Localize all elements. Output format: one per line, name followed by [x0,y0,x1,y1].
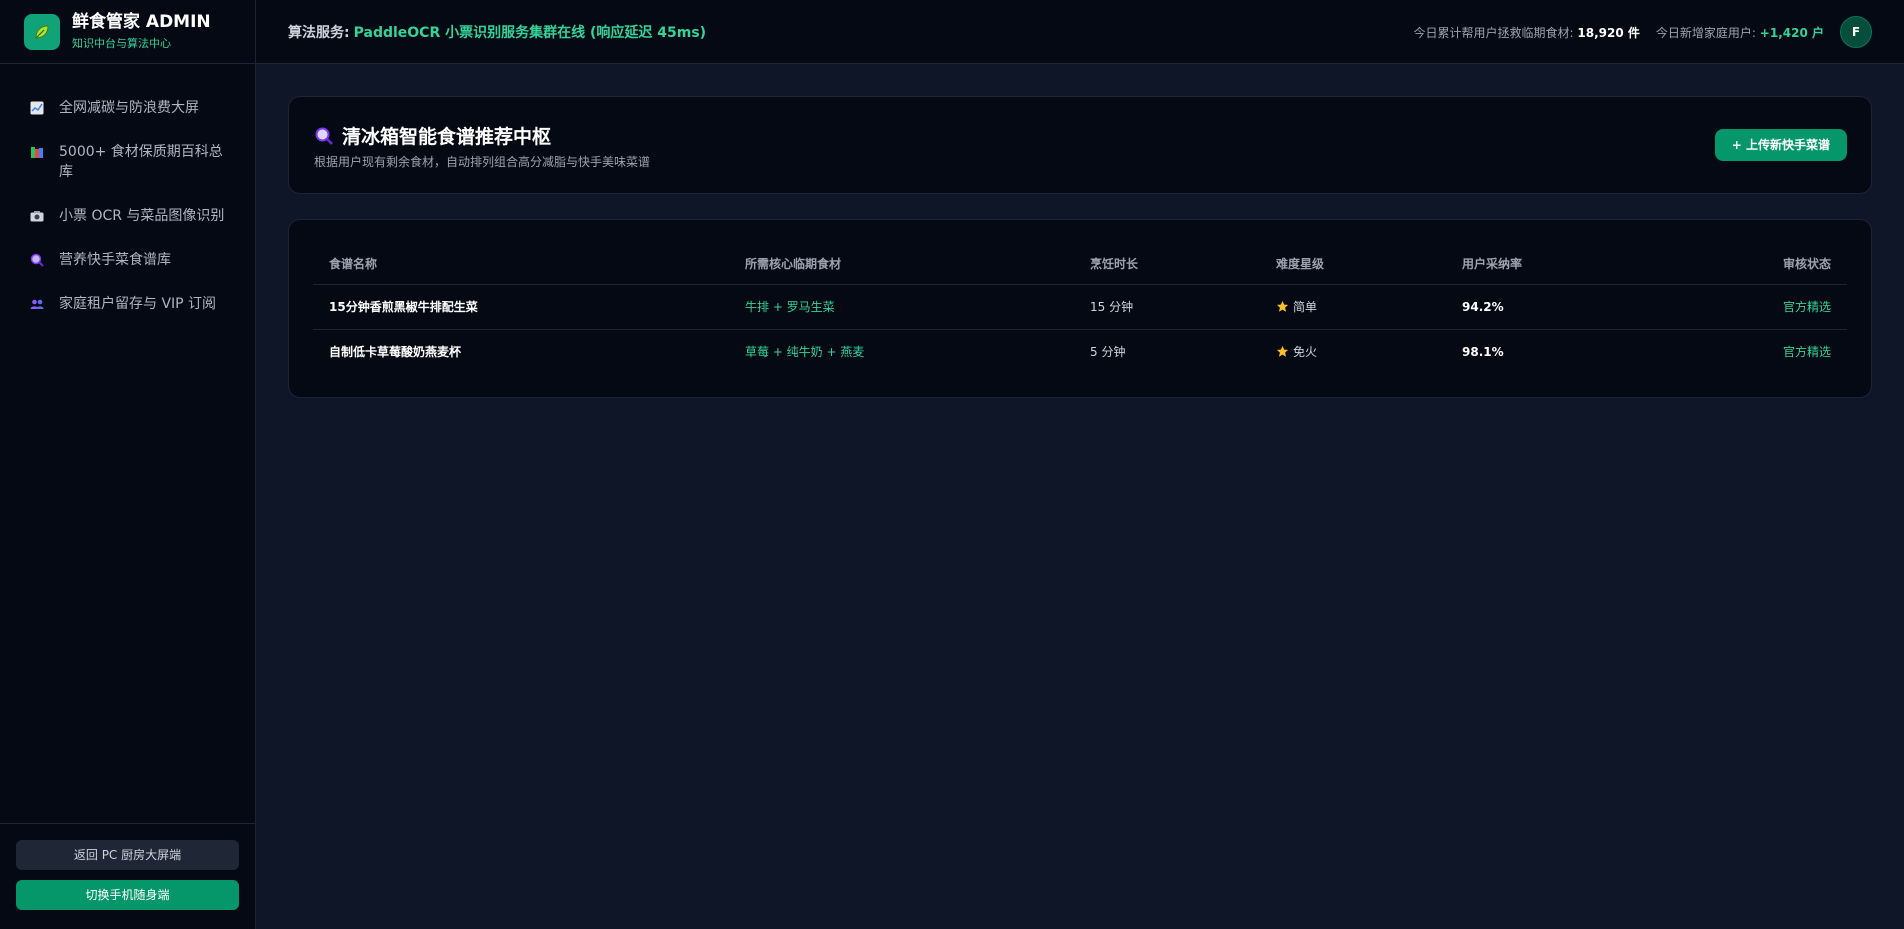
sidebar-item-vip[interactable]: 家庭租户留存与 VIP 订阅 [0,282,255,326]
recipe-table: 食谱名称 所需核心临期食材 烹饪时长 难度星级 用户采纳率 审核状态 15分钟香… [313,244,1847,374]
sidebar-item-carbon-dashboard[interactable]: 全网减碳与防浪费大屏 [0,86,255,130]
service-status: PaddleOCR 小票识别服务集群在线 (响应延迟 45ms) [353,24,707,41]
star-icon [1276,345,1289,361]
avatar[interactable]: F [1840,16,1872,48]
recipe-status: 官方精选 [1666,284,1847,330]
topbar-stats: 今日累计帮用户拯救临期食材: 18,920 件 今日新增家庭用户: +1,420… [1414,0,1872,64]
recipe-table-card: 食谱名称 所需核心临期食材 烹饪时长 难度星级 用户采纳率 审核状态 15分钟香… [288,219,1872,398]
recipe-adoption-rate: 98.1% [1462,344,1504,359]
books-icon [30,145,44,159]
star-icon [1276,300,1289,316]
sidebar-footer: 返回 PC 厨房大屏端 切换手机随身端 [0,823,255,929]
column-header-difficulty: 难度星级 [1260,244,1446,285]
back-pc-button[interactable]: 返回 PC 厨房大屏端 [16,840,239,870]
sidebar-nav: 全网减碳与防浪费大屏 5000+ 食材保质期百科总库 小票 OCR 与菜品图像识… [0,64,255,326]
sidebar-item-recipes[interactable]: 营养快手菜食谱库 [0,238,255,282]
new-users-stat: 今日新增家庭用户: +1,420 户 [1656,24,1824,41]
sidebar-item-label: 营养快手菜食谱库 [59,252,171,268]
recipe-name: 自制低卡草莓酸奶燕麦杯 [329,345,462,360]
users-icon [30,297,44,311]
recipe-ingredients: 牛排 + 罗马生菜 [729,284,1074,330]
recipe-difficulty: 免火 [1260,329,1446,374]
camera-icon [30,209,44,223]
recipe-status: 官方精选 [1782,345,1831,360]
recipe-difficulty: 简单 [1260,284,1446,330]
chart-icon [30,101,44,115]
recipe-hub-header: 清冰箱智能食谱推荐中枢 根据用户现有剩余食材，自动排列组合高分减脂与快手美味菜谱… [288,96,1872,194]
column-header-name: 食谱名称 [313,244,729,285]
recipe-time: 15 分钟 [1074,284,1260,330]
column-header-status: 审核状态 [1666,244,1847,285]
table-row[interactable]: 15分钟香煎黑椒牛排配生菜 牛排 + 罗马生菜 15 分钟 简单 94.2% 官… [313,284,1847,330]
sidebar-item-label: 全网减碳与防浪费大屏 [59,100,199,116]
topbar: 算法服务: PaddleOCR 小票识别服务集群在线 (响应延迟 45ms) 今… [256,0,1904,64]
rescued-food-label: 今日累计帮用户拯救临期食材: [1413,25,1574,40]
page-subtitle: 根据用户现有剩余食材，自动排列组合高分减脂与快手美味菜谱 [314,155,651,169]
brand: 鲜食管家 ADMIN 知识中台与算法中心 [0,0,255,64]
column-header-rate: 用户采纳率 [1446,244,1666,285]
page-title: 清冰箱智能食谱推荐中枢 [342,126,552,148]
recipe-adoption-rate: 94.2% [1446,284,1666,330]
recipe-name: 15分钟香煎黑椒牛排配生菜 [313,284,729,330]
column-header-ingredients: 所需核心临期食材 [729,244,1074,285]
recipe-time: 5 分钟 [1090,345,1126,360]
switch-mobile-button[interactable]: 切换手机随身端 [16,880,239,910]
column-header-time: 烹饪时长 [1074,244,1260,285]
leaf-icon [24,13,60,50]
difficulty-label: 免火 [1293,344,1318,359]
sidebar: 鲜食管家 ADMIN 知识中台与算法中心 全网减碳与防浪费大屏 5000+ 食材… [0,0,256,929]
rescued-food-stat: 今日累计帮用户拯救临期食材: 18,920 件 [1414,24,1640,41]
sidebar-item-ocr[interactable]: 小票 OCR 与菜品图像识别 [0,194,255,238]
sidebar-item-label: 5000+ 食材保质期百科总库 [59,144,223,180]
magnifier-icon [30,253,44,267]
new-users-label: 今日新增家庭用户: [1655,25,1756,40]
magnifier-icon [314,126,334,146]
brand-subtitle: 知识中台与算法中心 [72,37,171,50]
upload-recipe-button[interactable]: + 上传新快手菜谱 [1714,129,1847,161]
rescued-food-value: 18,920 件 [1577,25,1640,40]
sidebar-item-label: 小票 OCR 与菜品图像识别 [59,208,225,224]
brand-title: 鲜食管家 ADMIN [72,12,211,32]
difficulty-label: 简单 [1293,299,1318,314]
table-header-row: 食谱名称 所需核心临期食材 烹饪时长 难度星级 用户采纳率 审核状态 [313,244,1847,285]
new-users-value: +1,420 户 [1759,25,1824,40]
recipe-ingredients: 草莓 + 纯牛奶 + 燕麦 [745,345,865,360]
page-title-row: 清冰箱智能食谱推荐中枢 [314,122,551,149]
table-row[interactable]: 自制低卡草莓酸奶燕麦杯 草莓 + 纯牛奶 + 燕麦 5 分钟 免火 98.1% … [313,329,1847,374]
service-label: 算法服务: [288,24,350,41]
sidebar-item-food-encyclopedia[interactable]: 5000+ 食材保质期百科总库 [0,130,255,194]
sidebar-item-label: 家庭租户留存与 VIP 订阅 [59,296,217,312]
